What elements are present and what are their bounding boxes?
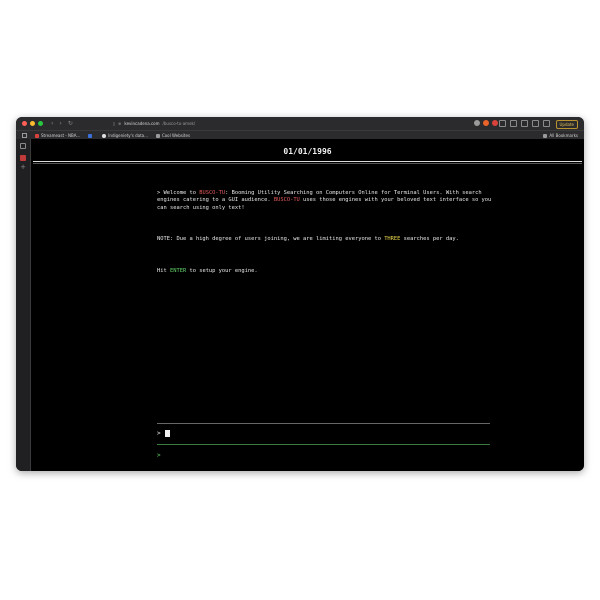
page-title: 01/01/1996 [283,147,332,156]
apps-grid-icon[interactable] [22,133,27,138]
brave-shield-icon[interactable] [483,120,489,126]
browser-sidebar: + [16,139,31,471]
bookmark-item[interactable]: Indigeniety's data... [102,133,148,138]
share-icon[interactable] [474,120,480,126]
add-sidebar-item-icon[interactable]: + [16,164,30,171]
address-bar[interactable]: ▯ ⊕ kevincadena.com/busco-tu-amek/ [113,121,195,126]
browser-toolbar: ‹ › ↻ ▯ ⊕ kevincadena.com/busco-tu-amek/… [16,117,584,130]
bookmark-item[interactable]: Streameast - NBA... [35,133,80,138]
header-divider [33,161,582,162]
close-window-button[interactable] [22,121,27,126]
bookmark-item[interactable] [88,133,94,138]
wallet-icon[interactable] [521,120,528,127]
note-message: NOTE: Due a high degree of users joining… [157,236,459,243]
folder-icon [155,133,160,138]
url-host: kevincadena.com [124,121,160,126]
brand-name: BUSCO-TU [199,189,226,196]
folder-icon [543,133,548,138]
back-arrow-icon[interactable]: ‹ [51,120,53,127]
update-button[interactable]: Update [555,120,578,129]
terminal-page: 01/01/1996 > Welcome to BUSCO-TU: Boomin… [31,139,584,471]
limit-highlight: THREE [384,236,401,243]
minimize-window-button[interactable] [30,121,35,126]
header-divider-secondary [33,163,582,164]
rewards-icon[interactable] [492,120,498,126]
input-prompt: > [157,430,161,437]
reload-icon[interactable]: ↻ [68,120,73,127]
brand-name: BUSCO-TU [273,197,300,204]
site-info-icon[interactable]: ⊕ [118,121,121,126]
bookmark-folder[interactable]: Cool Websites [155,133,190,138]
url-path: /busco-tu-amek/ [162,121,196,126]
favicon-icon [35,133,39,138]
sidebar-panel-icon[interactable] [20,143,26,149]
favicon-icon [88,133,93,138]
profile-icon[interactable] [543,120,550,127]
downloads-icon[interactable] [532,120,539,127]
sidebar-toggle-icon[interactable] [510,120,517,127]
extension-icons [474,120,498,126]
forward-arrow-icon[interactable]: › [59,120,61,127]
favicon-icon [102,133,107,138]
output-prompt: > [157,452,161,459]
browser-window: ‹ › ↻ ▯ ⊕ kevincadena.com/busco-tu-amek/… [16,117,584,471]
sidebar-app-icon[interactable] [20,155,26,161]
command-input[interactable]: > [157,430,170,437]
text-cursor [164,430,170,437]
enter-key-label: ENTER [169,267,187,274]
window-controls [22,121,43,126]
maximize-window-button[interactable] [38,121,43,126]
navigation-buttons: ‹ › ↻ [51,120,73,127]
input-divider [157,423,490,424]
output-divider [157,444,490,445]
browser-tools [499,120,550,127]
bookmark-icon[interactable]: ▯ [113,121,115,126]
instruction-message: Hit ENTER to setup your engine. [157,267,258,274]
terminal-output: > Welcome to BUSCO-TU: Booming Utility S… [157,174,492,299]
all-bookmarks-button[interactable]: All Bookmarks [543,133,578,138]
welcome-message: > Welcome to BUSCO-TU: Booming Utility S… [157,189,495,212]
extensions-icon[interactable] [499,120,506,127]
